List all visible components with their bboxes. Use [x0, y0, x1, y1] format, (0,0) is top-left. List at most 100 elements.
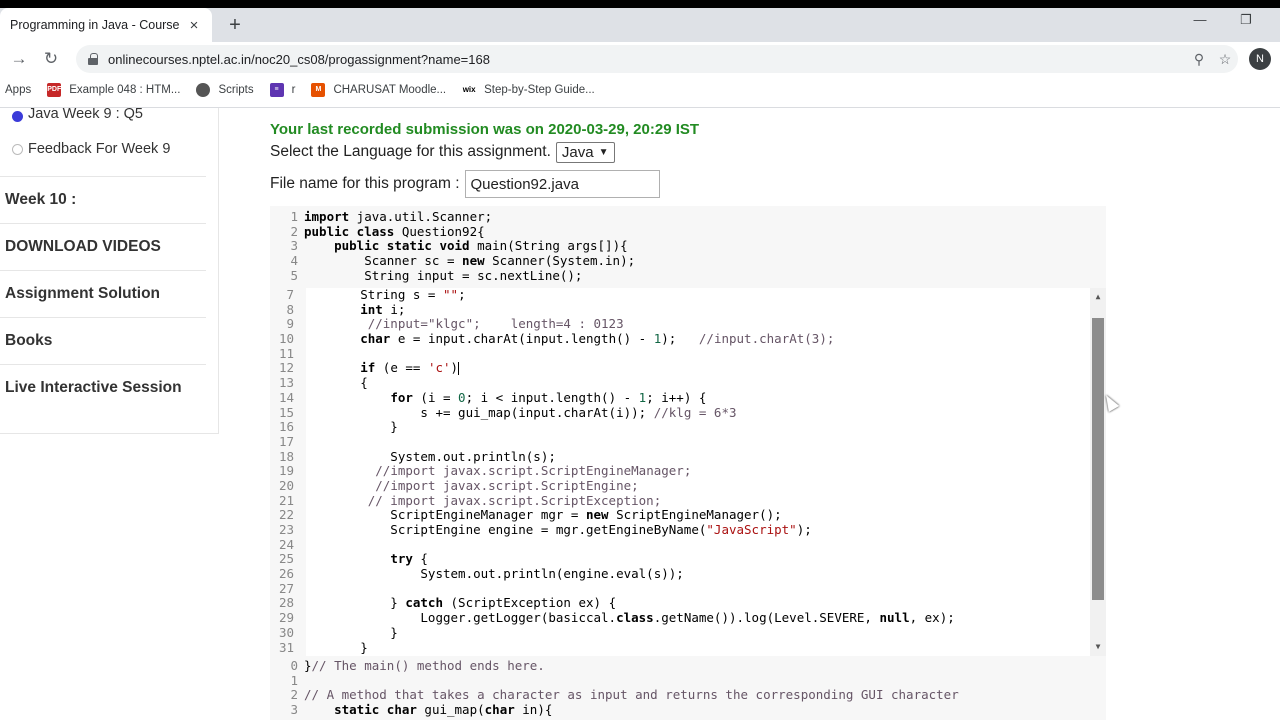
filename-input[interactable]: [464, 170, 660, 198]
code-line[interactable]: 9 //input="klgc"; length=4 : 0123: [286, 317, 1090, 332]
bookmark-label: Step-by-Step Guide...: [484, 84, 595, 96]
minimize-icon[interactable]: —: [1190, 12, 1210, 27]
code-line[interactable]: 24: [279, 537, 1090, 553]
line-number: 7: [286, 287, 294, 302]
language-select[interactable]: Java ▼: [555, 141, 615, 163]
code-line[interactable]: 21 // import javax.script.ScriptExceptio…: [279, 493, 1090, 509]
code-line[interactable]: 2 public class Question92{: [270, 223, 1106, 240]
scroll-up-icon[interactable]: ▲: [1090, 290, 1106, 304]
code-text: String input = sc.nextLine();: [304, 267, 583, 283]
code-line[interactable]: 17: [279, 434, 1090, 450]
line-number: 1: [290, 672, 298, 688]
code-editable-section[interactable]: 7 String s = ""; 8 int i; 9 //input="klgc"…: [279, 287, 1106, 656]
code-line[interactable]: 16 }: [279, 419, 1090, 435]
code-line[interactable]: 28 } catch (ScriptException ex) {: [279, 596, 1090, 611]
tab-close-icon[interactable]: ×: [186, 17, 202, 34]
code-text: // import javax.script.ScriptException;: [367, 492, 662, 508]
editor-scrollbar[interactable]: ▲ ▼: [1090, 288, 1106, 656]
code-line[interactable]: 2 // A method that takes a character as i…: [270, 688, 1106, 703]
dropdown-arrow-icon: ▼: [598, 146, 609, 158]
moodle-icon: M: [311, 83, 326, 97]
code-line[interactable]: 22 ScriptEngineManager mgr = new ScriptE…: [279, 507, 1090, 523]
code-line[interactable]: 31 }: [279, 640, 1090, 656]
bookmark-apps[interactable]: Apps: [5, 84, 31, 96]
url-text[interactable]: onlinecourses.nptel.ac.in/noc20_cs08/pro…: [108, 52, 1186, 67]
bookmark-r[interactable]: ≡ r: [269, 83, 296, 97]
sidebar-item-java-week9-q5[interactable]: Java Week 9 : Q5: [0, 108, 206, 122]
filename-label: File name for this program :: [270, 175, 460, 192]
new-tab-icon[interactable]: +: [224, 14, 246, 36]
code-line[interactable]: 3 static char gui_map(char in){: [270, 702, 1106, 718]
line-number: 0: [290, 658, 298, 673]
code-text: } catch (ScriptException ex) {: [300, 595, 617, 611]
sidebar-heading-books[interactable]: Books: [0, 318, 206, 364]
code-line[interactable]: 12 if (e == 'c'): [279, 361, 1090, 376]
code-text: public class Question92{: [304, 223, 485, 239]
scrollbar-thumb[interactable]: [1092, 318, 1104, 600]
code-line[interactable]: 3 public static void main(String args[])…: [270, 239, 1106, 254]
back-icon[interactable]: →: [8, 48, 30, 70]
last-submission-notice: Your last recorded submission was on 202…: [270, 121, 700, 138]
line-number: 13: [278, 375, 294, 391]
zoom-icon[interactable]: ⚲: [1186, 51, 1212, 68]
code-text: }: [300, 419, 398, 435]
radio-unselected-icon: [12, 143, 23, 155]
tab-title: Programming in Java - Course: [10, 18, 180, 32]
bookmark-wix[interactable]: wix Step-by-Step Guide...: [462, 83, 595, 97]
code-line[interactable]: 5 String input = sc.nextLine();: [270, 267, 1106, 284]
code-text: try {: [390, 551, 428, 567]
omnibox[interactable]: onlinecourses.nptel.ac.in/noc20_cs08/pro…: [76, 45, 1238, 73]
language-label: Select the Language for this assignment.: [270, 143, 551, 160]
code-line[interactable]: 11: [279, 346, 1090, 362]
line-number: 12: [278, 360, 294, 376]
scroll-down-icon[interactable]: ▼: [1090, 640, 1106, 654]
profile-avatar[interactable]: N: [1249, 48, 1271, 70]
code-line[interactable]: 27: [279, 581, 1090, 597]
line-number: 2: [290, 223, 298, 239]
line-number: 27: [278, 580, 294, 596]
line-number: 14: [278, 389, 294, 405]
code-line[interactable]: 30 }: [279, 625, 1090, 641]
bookmark-scripts[interactable]: Scripts: [196, 83, 254, 97]
sidebar-heading-assignment-solution[interactable]: Assignment Solution: [0, 271, 206, 317]
star-icon[interactable]: ☆: [1212, 51, 1238, 68]
restore-icon[interactable]: ❐: [1236, 12, 1256, 28]
bookmark-label: r: [291, 84, 296, 96]
line-number: 2: [290, 687, 298, 703]
sidebar-heading-week10[interactable]: Week 10 :: [0, 177, 206, 223]
line-number: 30: [278, 624, 294, 640]
code-line[interactable]: 8 int i;: [286, 302, 1090, 318]
sidebar-heading-live-session[interactable]: Live Interactive Session: [0, 365, 206, 411]
sidebar-item-feedback-week9[interactable]: Feedback For Week 9: [0, 122, 206, 176]
code-text: // A method that takes a character as in…: [304, 687, 959, 703]
sidebar-heading-download-videos[interactable]: DOWNLOAD VIDEOS: [0, 224, 206, 270]
line-number: 19: [278, 463, 294, 479]
code-line[interactable]: 1 import java.util.Scanner;: [270, 209, 1106, 225]
code-editor[interactable]: 1 import java.util.Scanner; 2 public class …: [270, 206, 1106, 720]
code-line[interactable]: 0}// The main() method ends here.: [270, 658, 1106, 674]
code-line[interactable]: 10 char e = input.charAt(input.length() …: [279, 331, 1090, 347]
code-line[interactable]: 18 System.out.println(s);: [279, 449, 1090, 465]
code-line[interactable]: 29 Logger.getLogger(basiccal.class.getNa…: [279, 610, 1090, 626]
code-line[interactable]: 15 s += gui_map(input.charAt(i)); //klg …: [279, 405, 1090, 421]
line-number: 23: [278, 522, 294, 537]
code-text: String s = "";: [300, 287, 466, 302]
code-line[interactable]: 20 //import javax.script.ScriptEngine;: [279, 478, 1090, 494]
sidebar-item-label: Java Week 9 : Q5: [28, 108, 143, 122]
code-line[interactable]: 13 {: [279, 375, 1090, 391]
browser-tab[interactable]: Programming in Java - Course ×: [0, 8, 212, 42]
code-line[interactable]: 1: [270, 672, 1106, 689]
code-line[interactable]: 23 ScriptEngine engine = mgr.getEngineBy…: [279, 522, 1090, 538]
line-number: 18: [278, 448, 294, 464]
code-text: }: [300, 639, 368, 655]
code-line[interactable]: 19 //import javax.script.ScriptEngineMan…: [279, 463, 1090, 479]
code-line[interactable]: 14 for (i = 0; i < input.length() - 1; i…: [279, 390, 1090, 406]
code-line[interactable]: 26 System.out.println(engine.eval(s));: [279, 566, 1090, 582]
reload-icon[interactable]: ↻: [40, 48, 62, 70]
code-line[interactable]: 4 Scanner sc = new Scanner(System.in);: [270, 253, 1106, 269]
code-line[interactable]: 7 String s = "";: [286, 287, 1090, 303]
bookmark-moodle[interactable]: M CHARUSAT Moodle...: [311, 83, 446, 97]
code-line[interactable]: 25 try {: [279, 552, 1090, 567]
bookmark-example[interactable]: PDF Example 048 : HTM...: [47, 83, 180, 97]
